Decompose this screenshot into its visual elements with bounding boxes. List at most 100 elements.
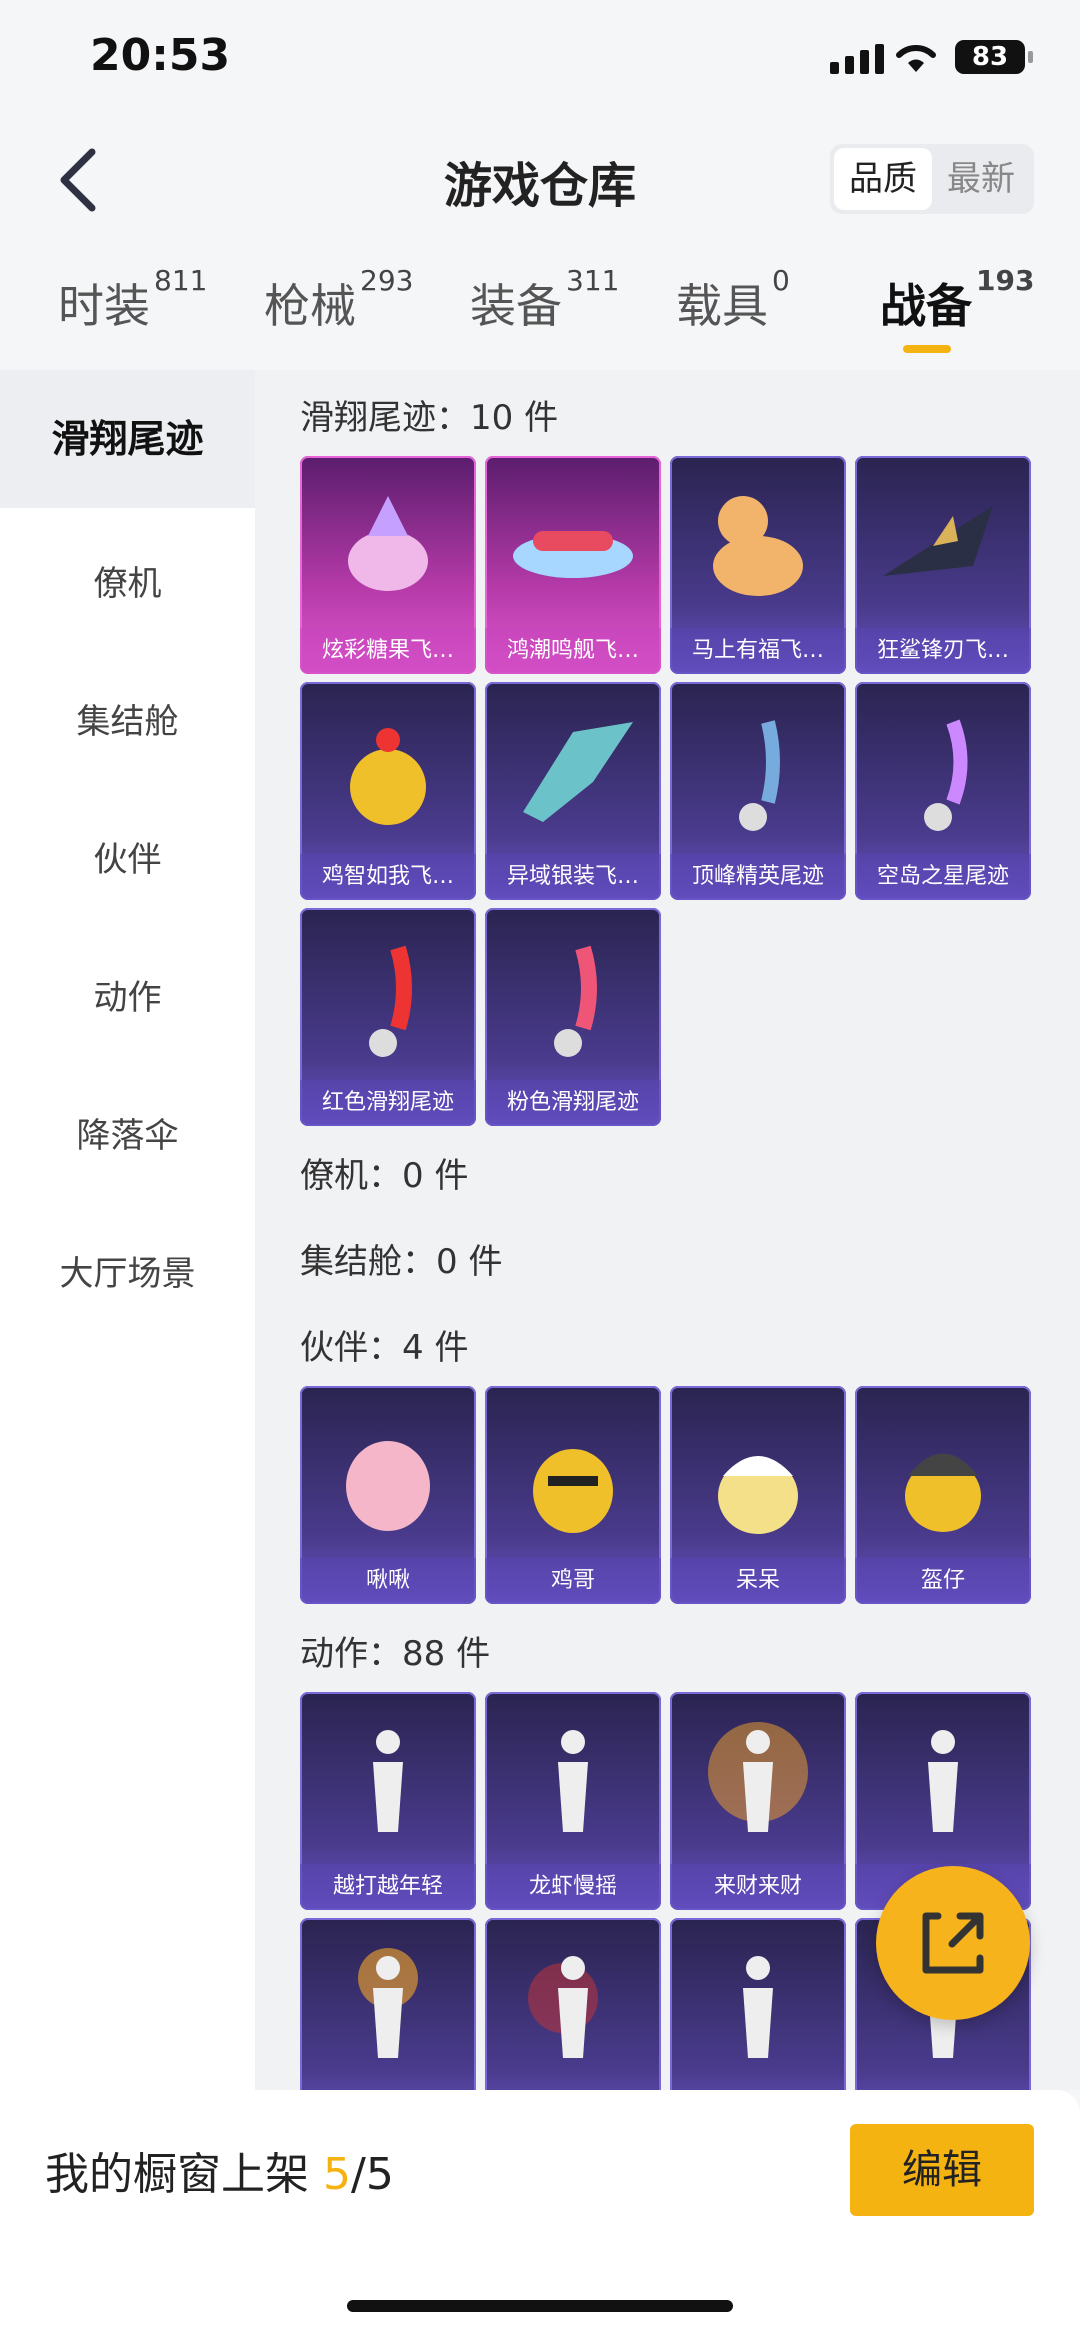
item-card[interactable]: 马上有福飞… (670, 456, 846, 674)
section-title-glide: 滑翔尾迹：10 件 (300, 398, 559, 438)
item-card[interactable]: 空岛之星尾迹 (855, 682, 1031, 900)
item-label: 鸿潮鸣舰飞… (485, 628, 661, 674)
item-card[interactable]: 鸡哥 (485, 1386, 661, 1604)
ship-glider-icon (513, 531, 633, 578)
sort-toggle: 品质 最新 (830, 144, 1034, 214)
tab-equipment[interactable]: 装备 311 (470, 264, 619, 336)
tab-label: 装备 (470, 279, 562, 333)
sidebar-item-action[interactable]: 动作 (0, 970, 255, 1019)
dance-figure-icon (528, 1956, 598, 2058)
chicken-brother-icon (533, 1449, 613, 1533)
tab-count: 811 (154, 264, 208, 297)
shark-glider-icon (883, 506, 993, 576)
elite-trail-icon (739, 720, 780, 831)
chick-icon (718, 1456, 798, 1534)
signal-icon (830, 44, 884, 74)
chicken-glider-icon (350, 728, 426, 825)
item-card[interactable]: 炫彩糖果飞… (300, 456, 476, 674)
share-icon (922, 1912, 984, 1974)
item-card[interactable]: 粉色滑翔尾迹 (485, 908, 661, 1126)
section-title-action: 动作：88 件 (300, 1634, 491, 1674)
tab-fashion[interactable]: 时装 811 (58, 264, 207, 336)
sidebar-item-partner[interactable]: 伙伴 (0, 832, 255, 881)
dance-figure-icon (358, 1948, 418, 2058)
sidebar-item-glide-trail[interactable]: 滑翔尾迹 (0, 370, 255, 508)
share-button[interactable] (876, 1866, 1030, 2020)
tab-guns[interactable]: 枪械 293 (264, 264, 413, 336)
status-time: 20:53 (90, 30, 231, 81)
item-label: 异域银装飞… (485, 854, 661, 900)
tab-count: 311 (566, 264, 620, 297)
item-label: 鸡哥 (485, 1558, 661, 1604)
item-card[interactable]: 来财来财 (670, 1692, 846, 1910)
section-title-pod: 集结舱：0 件 (300, 1242, 503, 1282)
section-title-wingman: 僚机：0 件 (300, 1156, 469, 1196)
item-label: 来财来财 (670, 1864, 846, 1910)
sidebar-item-pod[interactable]: 集结舱 (0, 694, 255, 743)
wifi-icon (896, 44, 936, 72)
item-card[interactable] (485, 1918, 661, 2090)
tab-label: 战备 (880, 279, 972, 333)
tab-label: 枪械 (264, 279, 356, 333)
item-label: 盔仔 (855, 1558, 1031, 1604)
status-bar: 20:53 83 (0, 0, 1080, 120)
active-tab-indicator (903, 345, 951, 353)
item-label: 顶峰精英尾迹 (670, 854, 846, 900)
edit-button[interactable]: 编辑 (850, 2124, 1034, 2216)
pink-trail-icon (554, 945, 597, 1057)
showcase-label: 我的橱窗上架 (45, 2149, 323, 2200)
item-card[interactable]: 异域银装飞… (485, 682, 661, 900)
item-card[interactable]: 龙虾慢摇 (485, 1692, 661, 1910)
item-card[interactable]: 盔仔 (855, 1386, 1031, 1604)
tab-label: 载具 (676, 279, 768, 333)
home-indicator (347, 2300, 733, 2312)
item-label: 越打越年轻 (300, 1864, 476, 1910)
item-card[interactable] (300, 1918, 476, 2090)
item-label: 啾啾 (300, 1558, 476, 1604)
sidebar-panel (0, 508, 255, 2108)
dance-figure-icon (743, 1956, 773, 2058)
item-card[interactable]: 鸿潮鸣舰飞… (485, 456, 661, 674)
dance-figure-icon (373, 1730, 403, 1832)
item-card[interactable]: 顶峰精英尾迹 (670, 682, 846, 900)
dance-figure-icon (558, 1730, 588, 1832)
tab-vehicles[interactable]: 载具 0 (676, 264, 790, 336)
item-label: 空岛之星尾迹 (855, 854, 1031, 900)
item-card[interactable] (670, 1918, 846, 2090)
island-star-trail-icon (924, 719, 968, 831)
item-card[interactable]: 狂鲨锋刃飞… (855, 456, 1031, 674)
item-label: 鸡智如我飞… (300, 854, 476, 900)
item-card[interactable]: 啾啾 (300, 1386, 476, 1604)
item-label: 粉色滑翔尾迹 (485, 1080, 661, 1126)
battery-indicator: 83 (955, 40, 1033, 74)
pink-bird-icon (346, 1441, 430, 1531)
tab-count: 193 (976, 264, 1035, 297)
sort-quality-button[interactable]: 品质 (834, 148, 932, 210)
item-card[interactable]: 红色滑翔尾迹 (300, 908, 476, 1126)
showcase-total: /5 (351, 2149, 394, 2200)
tab-count: 0 (772, 264, 790, 297)
showcase-status: 我的橱窗上架 5/5 (45, 2138, 394, 2202)
sidebar-item-wingman[interactable]: 僚机 (0, 556, 255, 605)
sidebar-item-lobby-scene[interactable]: 大厅场景 (0, 1246, 255, 1295)
red-trail-icon (369, 945, 412, 1057)
item-card[interactable]: 呆呆 (670, 1386, 846, 1604)
tab-count: 293 (360, 264, 414, 297)
item-label: 龙虾慢摇 (485, 1864, 661, 1910)
helmet-chick-icon (905, 1453, 981, 1532)
item-card[interactable]: 越打越年轻 (300, 1692, 476, 1910)
fortune-dance-icon (708, 1722, 808, 1832)
tab-battle-gear[interactable]: 战备 193 (880, 264, 1034, 336)
horse-glider-icon (713, 496, 803, 596)
item-grid-area: 滑翔尾迹：10 件 炫彩糖果飞… 鸿潮鸣舰飞… 马上有福飞… 狂鲨锋刃飞… 鸡智… (255, 370, 1080, 2090)
wing-glider-icon (523, 722, 633, 822)
item-label: 呆呆 (670, 1558, 846, 1604)
item-label: 狂鲨锋刃飞… (855, 628, 1031, 674)
item-card[interactable]: 鸡智如我飞… (300, 682, 476, 900)
showcase-count: 5 (323, 2149, 351, 2200)
item-label: 红色滑翔尾迹 (300, 1080, 476, 1126)
sort-newest-button[interactable]: 最新 (932, 148, 1030, 210)
section-title-partner: 伙伴：4 件 (300, 1328, 469, 1368)
sidebar: 滑翔尾迹 僚机 集结舱 伙伴 动作 降落伞 大厅场景 (0, 370, 255, 2108)
sidebar-item-parachute[interactable]: 降落伞 (0, 1108, 255, 1157)
